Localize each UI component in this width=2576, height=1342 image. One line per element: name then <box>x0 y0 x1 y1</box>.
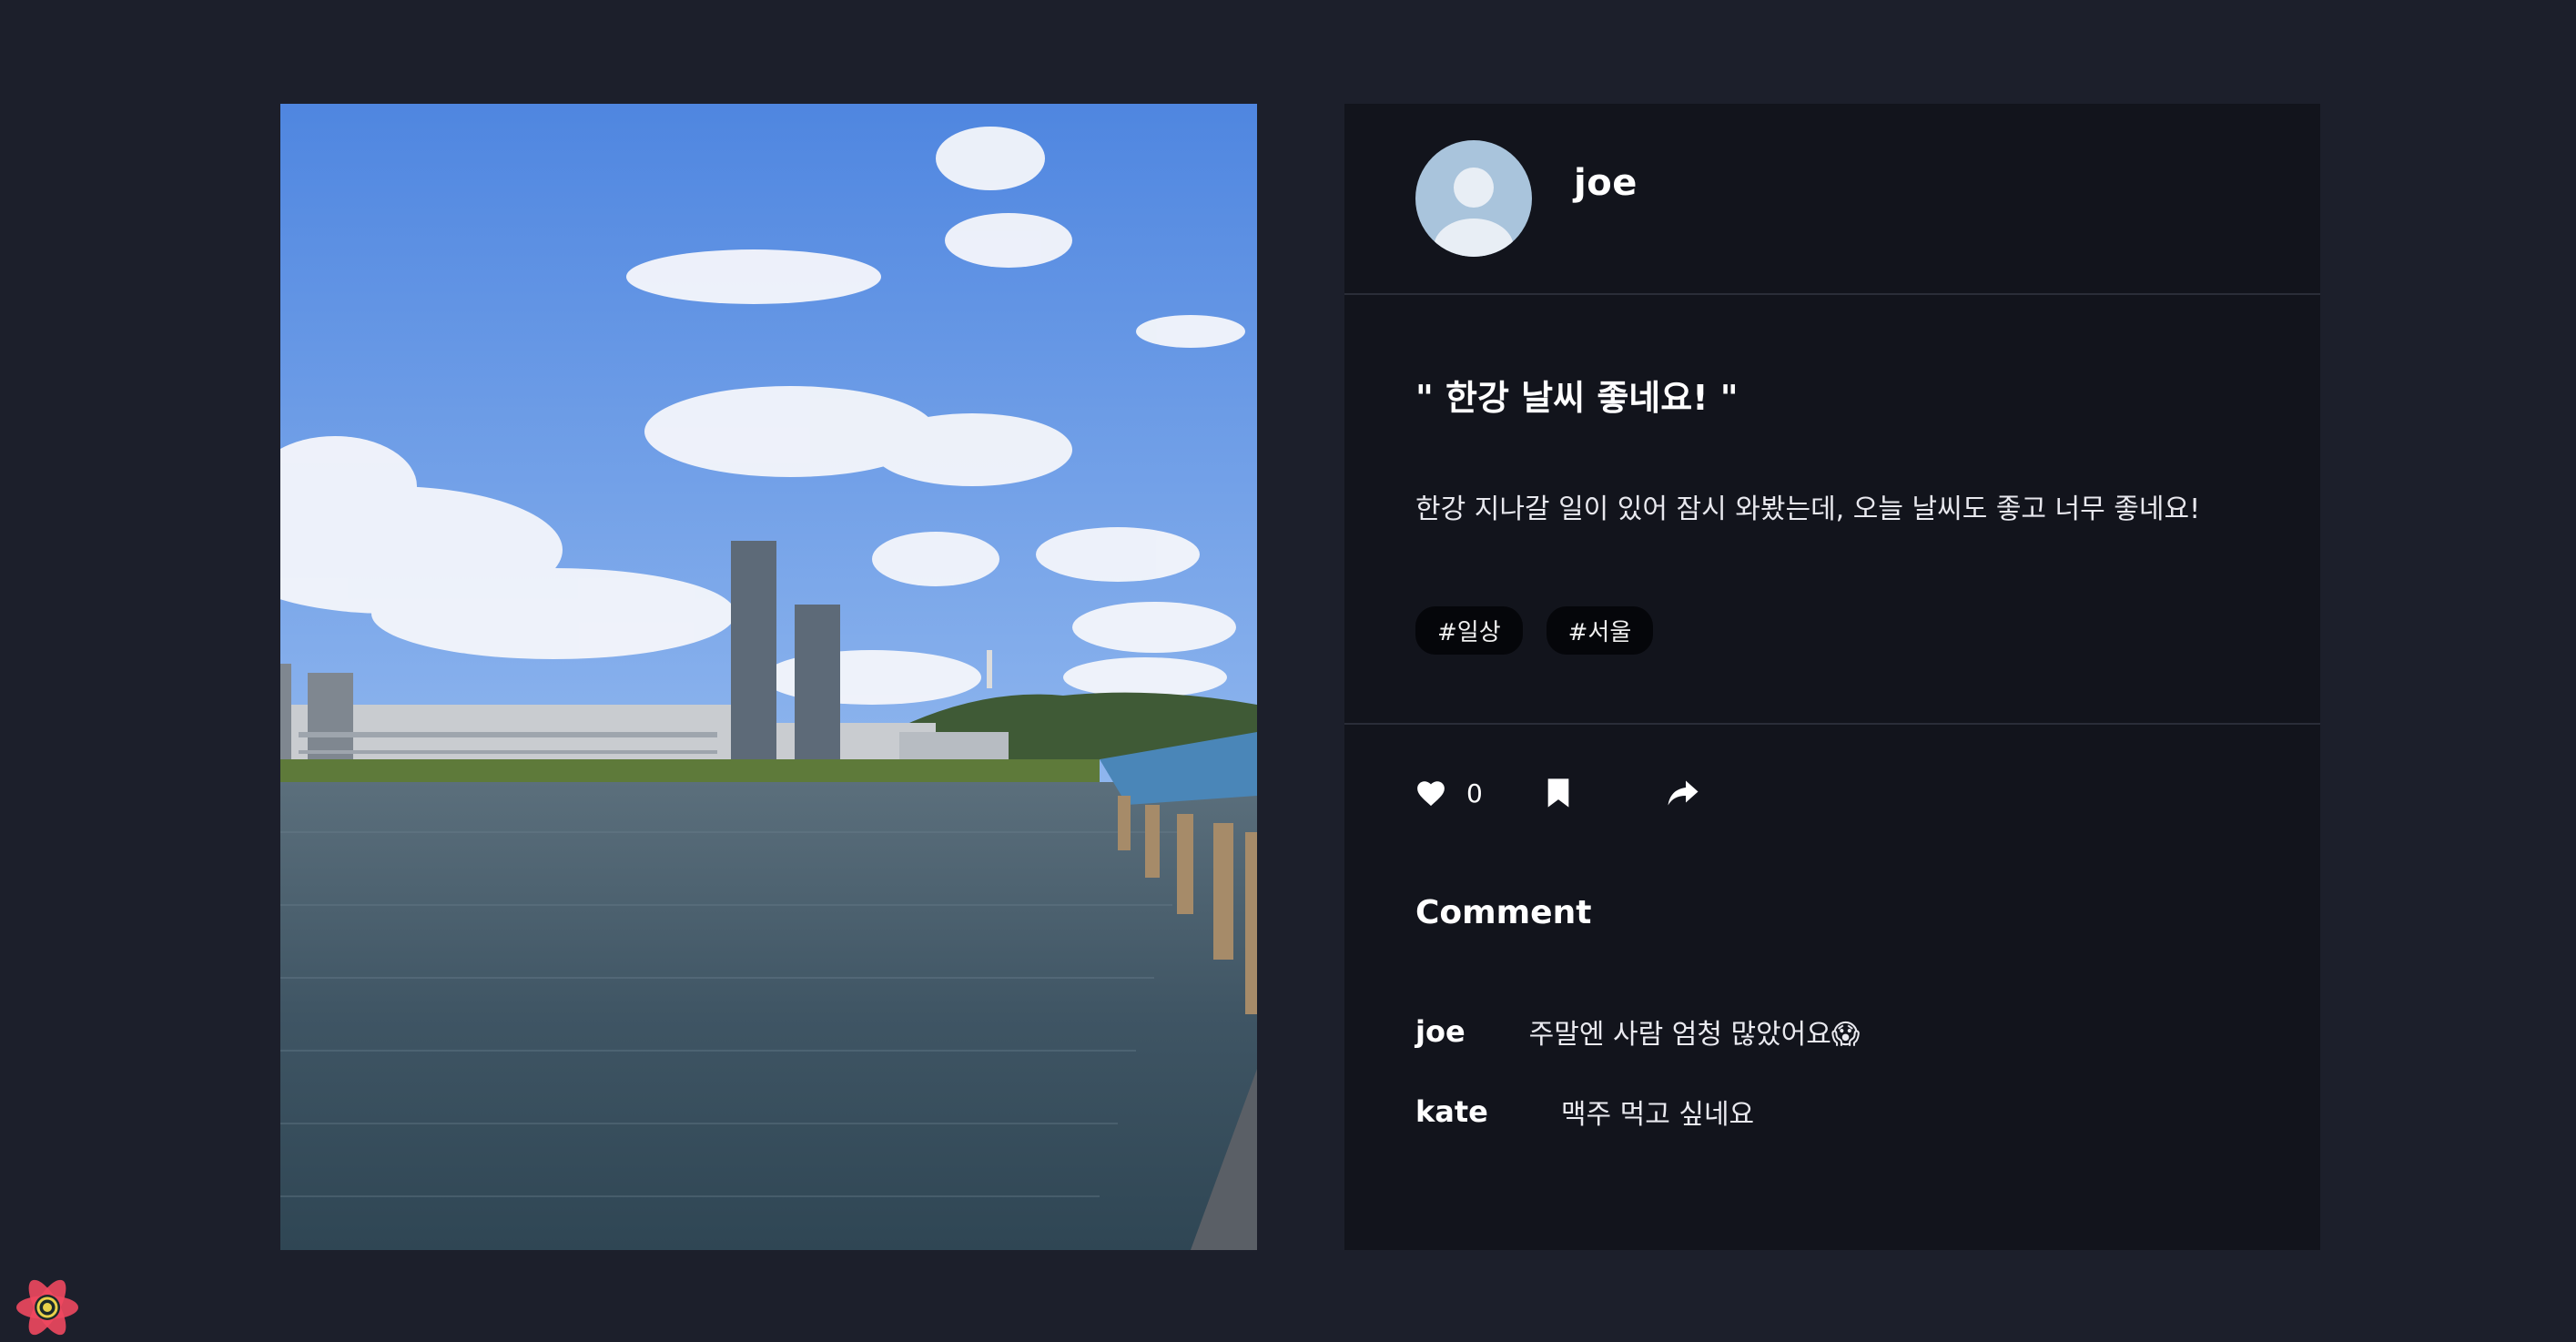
post-photo <box>280 104 1257 1250</box>
tag-chip[interactable]: #서울 <box>1546 606 1654 655</box>
comment-author[interactable]: kate <box>1415 1094 1488 1129</box>
bookmark-button[interactable] <box>1547 778 1570 808</box>
comment-section-title: Comment <box>1415 894 1592 931</box>
post-header: joe <box>1344 104 2320 295</box>
comment-text: 맥주 먹고 싶네요 <box>1560 1099 1755 1131</box>
post-actions: 0 <box>1415 778 1699 808</box>
user-avatar-icon <box>1434 168 1514 257</box>
tag-chip[interactable]: #일상 <box>1415 606 1523 655</box>
post-content: " 한강 날씨 좋네요! " 한강 지나갈 일이 있어 잠시 와봤는데, 오늘 … <box>1344 295 2320 725</box>
comment-item: kate 맥주 먹고 싶네요 <box>1415 1072 1860 1152</box>
post-detail-panel: joe " 한강 날씨 좋네요! " 한강 지나갈 일이 있어 잠시 와봤는데,… <box>1344 104 2320 1250</box>
like-count: 0 <box>1466 778 1483 808</box>
han-river-photo <box>280 104 1257 1250</box>
comment-text: 주말엔 사람 엄청 많았어요😱 <box>1528 1019 1861 1051</box>
react-query-devtools-logo <box>16 1279 78 1336</box>
post-body: 한강 지나갈 일이 있어 잠시 와봤는데, 오늘 날씨도 좋고 너무 좋네요! <box>1415 493 2201 525</box>
post-title: " 한강 날씨 좋네요! " <box>1415 378 1739 418</box>
react-devtools-icon[interactable] <box>13 1276 82 1338</box>
like-button[interactable]: 0 <box>1415 778 1483 808</box>
comment-list: joe 주말엔 사람 엄청 많았어요😱 kate 맥주 먹고 싶네요 <box>1415 991 1860 1152</box>
bookmark-icon <box>1547 778 1569 808</box>
comment-item: joe 주말엔 사람 엄청 많았어요😱 <box>1415 991 1860 1072</box>
comment-author[interactable]: joe <box>1415 1014 1465 1049</box>
share-button[interactable] <box>1667 779 1699 807</box>
tag-list: #일상 #서울 <box>1415 606 1654 655</box>
avatar[interactable] <box>1415 140 1532 257</box>
author-name[interactable]: joe <box>1574 162 1638 204</box>
heart-icon <box>1417 781 1445 807</box>
share-icon <box>1668 780 1699 806</box>
